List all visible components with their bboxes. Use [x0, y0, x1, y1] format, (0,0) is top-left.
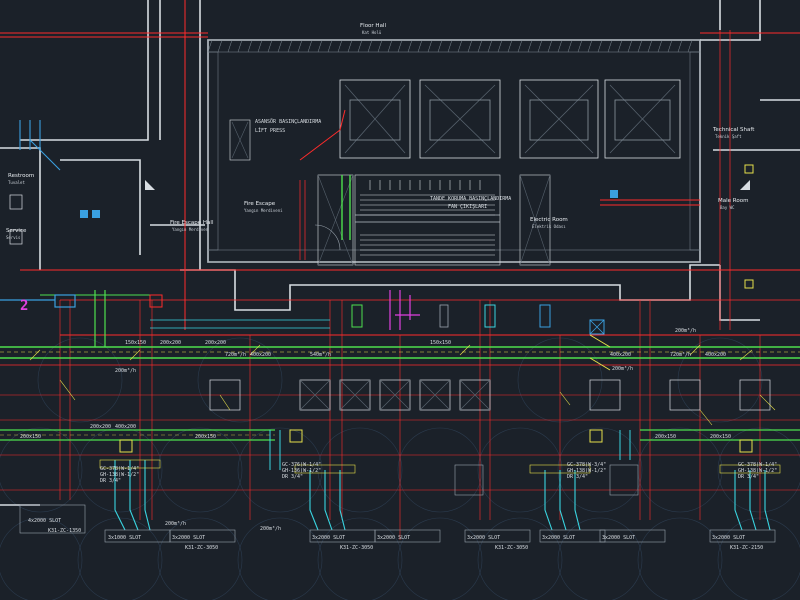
unit-dr: DR 3/4"	[738, 474, 759, 480]
room-electric-1: Electric Room	[530, 217, 568, 223]
magenta-elements	[0, 290, 420, 330]
airflow-label: 200m³/h	[165, 521, 186, 527]
unit-dr: DR 3/4"	[100, 478, 121, 484]
duct-size: 150x150	[125, 340, 146, 346]
duct-size: 720m³/h	[670, 352, 691, 358]
room-service-1: Service	[6, 228, 27, 234]
slot-label: 3x2000 SLOT	[312, 535, 345, 541]
leader-lines	[29, 344, 776, 426]
room-floor-hall-2: Kat Holü	[362, 30, 382, 35]
duct-size: 200x200	[90, 424, 111, 430]
elevator-shafts	[339, 79, 681, 159]
slot-label: 3x1000 SLOT	[108, 535, 141, 541]
room-service-2: Servis	[6, 235, 21, 240]
room-fire-escape-hall-1: Fire Escape Hall	[170, 220, 214, 226]
duct-size: 200x150	[655, 434, 676, 440]
room-technical-shaft-2: Teknik Şaft	[715, 134, 742, 139]
airflow-label: 200m³/h	[675, 328, 696, 334]
room-technical-shaft-1: Technical Shaft	[712, 127, 755, 133]
unit-tags: GC-378(W-1/4" GH-138(W-1/2" DR 3/4" GC-3…	[100, 462, 777, 484]
slot-label: 3x2000 SLOT	[172, 535, 205, 541]
room-fire-escape-1: Fire Escape	[244, 201, 276, 207]
duct-size: 200x150	[710, 434, 731, 440]
duct-size: 400x200	[610, 352, 631, 358]
duct-size: 200x150	[195, 434, 216, 440]
unit-dr: DR 3/4"	[282, 474, 303, 480]
zone-label: K31-ZC-3050	[340, 545, 373, 551]
slot-labels: 4x2000 SLOT 3x1000 SLOT 3x2000 SLOT 3x20…	[28, 518, 745, 541]
slot-label: 3x2000 SLOT	[542, 535, 575, 541]
duct-size: 200x150	[20, 434, 41, 440]
room-male-2: Bay WC	[720, 205, 735, 210]
duct-size: 720m³/h	[225, 352, 246, 358]
room-restroom-1: Restroom	[8, 173, 34, 179]
slot-label: 4x2000 SLOT	[28, 518, 61, 524]
room-fire-escape-hall-2: Yangın Merdiven	[172, 227, 209, 232]
airflow-label: 200m³/h	[115, 368, 136, 374]
duct-size: 540m³/h	[310, 352, 331, 358]
duct-size: 150x150	[430, 340, 451, 346]
lift-note: ASANSÖR BASINÇLANDIRMA	[255, 118, 321, 125]
zone-label: K31-ZC-3050	[185, 545, 218, 551]
stair-note: TANDE KORUMA BASINÇLANDIRMA	[430, 196, 511, 202]
duct-size: 400x200	[115, 424, 136, 430]
room-restroom-2: Tuvalet	[8, 180, 25, 185]
slot-label: 3x2000 SLOT	[467, 535, 500, 541]
duct-size: 400x200	[250, 352, 271, 358]
room-floor-hall-1: Floor Hall	[360, 23, 386, 29]
zone-label: K31-ZC-3050	[495, 545, 528, 551]
hatch-walls	[207, 39, 701, 263]
slot-label: 3x2000 SLOT	[377, 535, 410, 541]
room-fire-escape-2: Yangın Merdiveni	[244, 208, 283, 213]
slot-label: 3x2000 SLOT	[602, 535, 635, 541]
airflow-label: 200m³/h	[260, 526, 281, 532]
duct-size: 400x200	[705, 352, 726, 358]
room-labels: Floor Hall Kat Holü Fire Escape Hall Yan…	[6, 23, 755, 240]
lift-note-2: LİFT PRESS	[255, 127, 285, 134]
duct-size-labels: 150x150 200x200 400x200 720m³/h 540m³/h …	[20, 340, 731, 440]
room-male-1: Male Room	[718, 198, 748, 204]
duct-size: 200x200	[160, 340, 181, 346]
zone-label: K31-ZC-2150	[730, 545, 763, 551]
stair-note-2: FAN ÇIKIŞLARI	[448, 204, 487, 210]
airflow-label: 200m³/h	[612, 366, 633, 372]
marker-two: 2	[20, 298, 28, 314]
cad-drawing: Floor Hall Kat Holü Fire Escape Hall Yan…	[0, 0, 800, 600]
unit-dr: DR 3/4"	[567, 474, 588, 480]
room-electric-2: Elektrik Odası	[532, 224, 566, 229]
duct-size: 200x200	[205, 340, 226, 346]
stairs	[229, 119, 551, 266]
zone-label: K31-ZC-1350	[48, 528, 81, 534]
slot-label: 3x2000 SLOT	[712, 535, 745, 541]
